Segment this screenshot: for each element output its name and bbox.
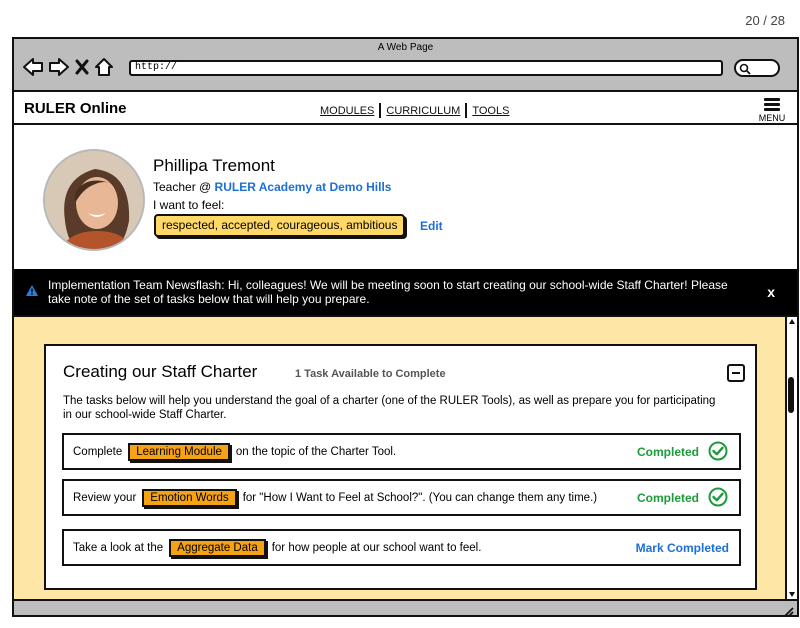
browser-chrome: A Web Page http://	[14, 39, 797, 92]
brand-title: RULER Online	[24, 100, 127, 117]
status-completed: Completed	[636, 445, 699, 459]
task-prefix: Take a look at the	[73, 541, 164, 554]
warning-icon	[25, 284, 39, 302]
card-description: The tasks below will help you understand…	[63, 395, 716, 421]
aggregate-data-link[interactable]: Aggregate Data	[169, 538, 266, 557]
feelings-badge: respected, accepted, courageous, ambitio…	[154, 214, 406, 237]
newsflash-banner: Implementation Team Newsflash: Hi, colle…	[14, 269, 797, 315]
task-prefix: Review your	[73, 491, 137, 504]
scroll-down-icon[interactable]	[789, 592, 795, 597]
nav-tools[interactable]: TOOLS	[467, 105, 514, 117]
browser-nav	[22, 56, 114, 78]
collapse-button[interactable]	[727, 364, 745, 382]
forward-icon[interactable]	[48, 56, 70, 78]
edit-feelings-link[interactable]: Edit	[420, 219, 443, 233]
task-suffix: for how people at our school want to fee…	[271, 541, 482, 554]
url-bar[interactable]: http://	[129, 60, 723, 76]
task-row: Complete Learning Module on the topic of…	[62, 433, 741, 470]
top-nav: MODULES CURRICULUM TOOLS	[315, 103, 514, 118]
browser-window: A Web Page http:// RULER Online MODULES …	[12, 37, 799, 617]
school-link[interactable]: RULER Academy at Demo Hills	[215, 180, 392, 194]
window-title: A Web Page	[377, 42, 434, 53]
nav-curriculum[interactable]: CURRICULUM	[381, 105, 465, 117]
scrollbar[interactable]	[785, 317, 797, 599]
feel-label: I want to feel:	[153, 198, 225, 212]
stop-icon[interactable]	[74, 56, 90, 78]
user-name: Phillipa Tremont	[153, 156, 275, 175]
profile-section: Phillipa Tremont Teacher @ RULER Academy…	[14, 127, 797, 269]
user-role: Teacher @ RULER Academy at Demo Hills	[153, 180, 391, 194]
task-text: Take a look at the Aggregate Data for ho…	[73, 531, 481, 564]
task-count: 1 Task Available to Complete	[295, 368, 446, 380]
task-row: Review your Emotion Words for "How I Wan…	[62, 479, 741, 516]
page-counter: 20 / 28	[745, 13, 785, 28]
search-icon	[739, 63, 751, 75]
task-suffix: for "How I Want to Feel at School?". (Yo…	[242, 491, 598, 504]
resize-grip-icon[interactable]	[782, 605, 794, 617]
status-completed: Completed	[636, 491, 699, 505]
banner-message: Implementation Team Newsflash: Hi, colle…	[48, 278, 728, 306]
task-text: Review your Emotion Words for "How I Wan…	[73, 481, 597, 514]
task-row: Take a look at the Aggregate Data for ho…	[62, 529, 741, 566]
task-suffix: on the topic of the Charter Tool.	[235, 445, 397, 458]
charter-card: Creating our Staff Charter 1 Task Availa…	[44, 344, 757, 590]
role-prefix: Teacher @	[153, 180, 215, 194]
emotion-words-link[interactable]: Emotion Words	[142, 488, 237, 507]
check-circle-icon	[708, 487, 728, 507]
menu-label: MENU	[758, 113, 786, 123]
browser-search[interactable]	[734, 59, 780, 77]
task-prefix: Complete	[73, 445, 123, 458]
back-icon[interactable]	[22, 56, 44, 78]
nav-modules[interactable]: MODULES	[315, 105, 379, 117]
menu-button[interactable]: MENU	[757, 96, 787, 123]
app-header: RULER Online MODULES CURRICULUM TOOLS ME…	[14, 92, 797, 125]
home-icon[interactable]	[94, 56, 114, 78]
scroll-thumb[interactable]	[788, 377, 794, 413]
main-content: Creating our Staff Charter 1 Task Availa…	[14, 315, 797, 599]
task-text: Complete Learning Module on the topic of…	[73, 435, 396, 468]
avatar	[43, 149, 145, 251]
learning-module-link[interactable]: Learning Module	[128, 442, 230, 461]
close-banner-button[interactable]: x	[767, 284, 775, 300]
mark-completed-link[interactable]: Mark Completed	[636, 541, 729, 555]
hamburger-icon	[757, 98, 787, 111]
card-title: Creating our Staff Charter	[63, 362, 258, 381]
browser-status-bar	[14, 599, 797, 617]
scroll-up-icon[interactable]	[789, 319, 795, 324]
check-circle-icon	[708, 441, 728, 461]
